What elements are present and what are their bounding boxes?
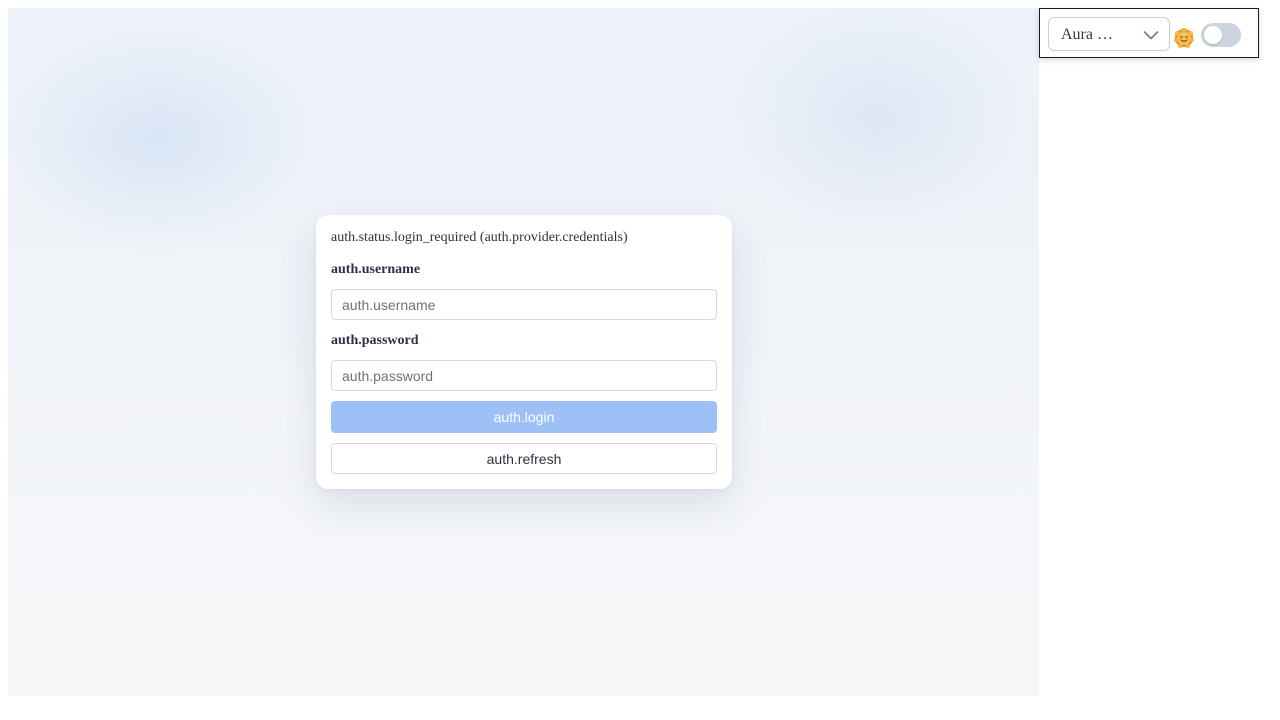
auth-status-text: auth.status.login_required (auth.provide… — [331, 230, 628, 245]
theme-select-value: Aura … — [1061, 26, 1113, 43]
login-background: auth.status.login_required (auth.provide… — [8, 8, 1039, 696]
toggle-knob — [1204, 26, 1222, 44]
theme-panel: Aura … — [1039, 8, 1259, 58]
password-label: auth.password — [331, 333, 419, 348]
login-button[interactable]: auth.login — [331, 401, 717, 433]
dark-mode-toggle[interactable] — [1201, 23, 1241, 47]
chevron-down-icon — [1143, 31, 1159, 40]
sun-face-icon — [1174, 28, 1194, 48]
refresh-button[interactable]: auth.refresh — [331, 443, 717, 474]
password-input[interactable] — [331, 360, 717, 391]
username-input[interactable] — [331, 289, 717, 320]
theme-select[interactable]: Aura … — [1048, 17, 1170, 51]
username-label: auth.username — [331, 262, 421, 277]
login-card: auth.status.login_required (auth.provide… — [316, 215, 732, 489]
